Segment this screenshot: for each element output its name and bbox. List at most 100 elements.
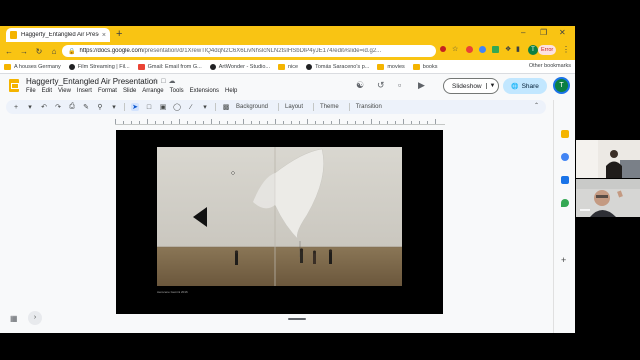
extensions-puzzle-icon[interactable]: ❖ [505,45,511,53]
line-menu-icon[interactable]: ▾ [201,103,209,111]
browser-menu-icon[interactable]: ⋮ [562,45,570,54]
redo-icon[interactable]: ↷ [54,103,62,111]
slideshow-dropdown-icon[interactable]: ▼ [486,83,498,89]
ruler-tick [283,121,284,124]
profile-avatar[interactable]: T [528,45,538,55]
extension-red-icon[interactable] [466,46,473,53]
maps-icon[interactable] [561,199,569,207]
collapse-toolbar-icon[interactable]: ⌃ [534,102,539,109]
comment-add-icon[interactable]: ▩ [222,103,230,111]
zoom-icon[interactable]: ⚲ [96,103,104,111]
bookmark-item[interactable]: nice [278,63,298,70]
menu-slide[interactable]: Slide [123,88,136,94]
grid-view-icon[interactable]: ▦ [10,314,18,323]
keep-icon[interactable] [561,130,569,138]
minimize-button[interactable]: – [521,28,525,37]
paint-format-icon[interactable]: ✎ [82,103,90,111]
extension-green-icon[interactable] [492,46,499,53]
menu-extensions[interactable]: Extensions [190,88,219,94]
extension-blue-icon[interactable] [479,46,486,53]
slideshow-button[interactable]: Slideshow ▼ [443,78,499,94]
bookmark-label: Film Streaming | Fil... [77,63,130,70]
side-panel-icon[interactable]: ▮ [516,45,520,53]
close-window-button[interactable]: ✕ [559,28,566,37]
bookmark-item[interactable]: books [412,63,437,70]
new-tab-button[interactable]: + [116,28,122,40]
menu-insert[interactable]: Insert [77,88,92,94]
share-label: Share [521,82,539,90]
layout-button[interactable]: Layout [285,104,303,110]
forward-icon[interactable]: → [18,47,30,56]
comments-icon[interactable]: ☯ [356,80,364,91]
line-icon[interactable]: ∕ [187,104,195,111]
menu-format[interactable]: Format [98,88,117,94]
text-box-icon[interactable]: □ [145,104,153,111]
image-icon[interactable]: ▣ [159,103,167,111]
browser-window: Haggerty_Entangled Air Presentatio × + –… [0,26,575,333]
reload-icon[interactable]: ↻ [33,47,45,56]
extension-icon[interactable] [440,46,446,52]
speaker-notes-handle[interactable] [288,318,306,320]
title-icons: ☆□☁ [152,77,179,85]
background-button[interactable]: Background [236,104,268,110]
profile-error-chip[interactable]: Error [538,45,557,55]
menu-file[interactable]: File [26,88,36,94]
bookmark-item[interactable]: Gmail: Email from G... [137,63,202,70]
get-addons-icon[interactable]: + [561,255,566,265]
maximize-button[interactable]: ❐ [540,28,547,37]
print-icon[interactable]: ⎙ [68,103,76,111]
shape-icon[interactable]: ◯ [173,103,181,111]
home-icon[interactable]: ⌂ [48,47,60,56]
new-slide-icon[interactable]: + [12,104,20,111]
slides-logo-icon[interactable] [9,79,19,92]
star-icon[interactable]: ☆ [152,78,161,85]
menu-edit[interactable]: Edit [42,88,52,94]
share-button[interactable]: 🌐 Share [503,78,547,94]
theme-button[interactable]: Theme [320,104,339,110]
cloud-status-icon[interactable]: ☁ [169,78,179,85]
menu-help[interactable]: Help [225,88,237,94]
tab-close-icon[interactable]: × [102,32,106,39]
current-slide[interactable]: Aerocene Gemini 2016 [116,130,443,314]
expand-filmstrip-icon[interactable]: › [28,311,42,325]
video-tile-participant-1[interactable] [576,140,640,178]
zoom-menu-icon[interactable]: ▾ [110,103,118,111]
bookmark-item[interactable]: A houses Germany [4,63,61,70]
bookmark-item[interactable]: ArtWonder - Studio... [209,63,270,70]
tasks-icon[interactable] [561,153,569,161]
menu-arrange[interactable]: Arrange [142,88,163,94]
toolbar-divider [215,103,216,111]
menu-tools[interactable]: Tools [170,88,184,94]
site-favicon-icon [209,63,216,70]
video-tile-participant-2[interactable] [576,179,640,217]
bookmark-item[interactable]: Tomás Saraceno's p... [306,63,369,70]
folder-icon [278,63,285,70]
ruler-tick [363,121,364,124]
slide-photo[interactable] [157,147,402,286]
meet-icon[interactable]: ▶ [418,80,425,91]
undo-icon[interactable]: ↶ [40,103,48,111]
select-cursor-icon[interactable]: ➤ [131,103,139,111]
new-slide-menu-icon[interactable]: ▾ [26,103,34,111]
document-title[interactable]: Haggerty_Entangled Air Presentation [26,77,158,86]
url-input[interactable]: 🔒 https://docs.google.com/presentation/d… [62,45,436,57]
bookmark-item[interactable]: Film Streaming | Fil... [68,63,130,70]
ruler-tick [315,121,316,124]
ruler-tick [251,121,252,124]
toolbar-divider [278,103,280,111]
contacts-icon[interactable] [561,176,569,184]
menu-view[interactable]: View [58,88,71,94]
address-bar-row: ← → ↻ ⌂ 🔒 https://docs.google.com/presen… [0,42,575,60]
ruler-tick [291,121,292,124]
ruler-tick [171,121,172,124]
bookmark-item[interactable]: movies [377,63,405,70]
account-avatar[interactable]: T [553,77,570,94]
other-bookmarks-folder[interactable]: Other bookmarks [529,63,571,69]
move-folder-icon[interactable]: □ [161,78,168,85]
version-history-icon[interactable]: ↺ [377,80,385,91]
comment-icon[interactable]: ▫ [398,80,401,90]
bookmark-star-icon[interactable]: ☆ [452,45,458,53]
tab-active[interactable]: Haggerty_Entangled Air Presentatio × [6,28,110,42]
transition-button[interactable]: Transition [356,104,382,110]
back-icon[interactable]: ← [3,47,15,56]
